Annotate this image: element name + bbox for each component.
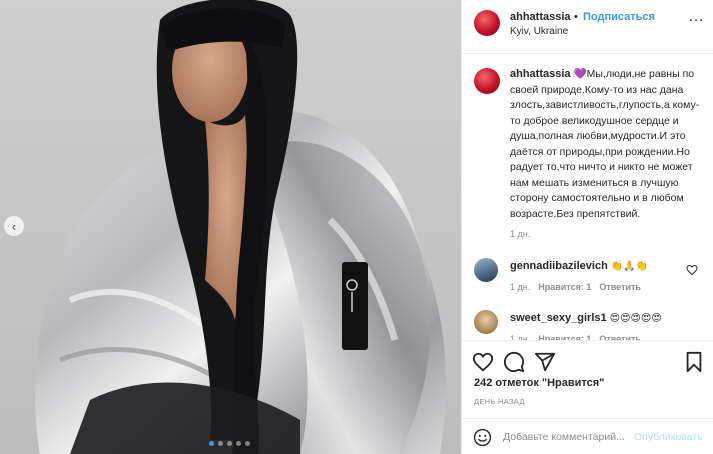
separator-dot: •	[574, 11, 578, 23]
chevron-left-icon: ‹	[11, 218, 17, 234]
commenter-username[interactable]: gennadiibazilevich	[510, 260, 608, 272]
commenter-avatar[interactable]	[474, 258, 498, 282]
comment-likes[interactable]: Нравится: 1	[538, 282, 591, 292]
publish-comment-button[interactable]: Опубликовать	[634, 431, 703, 443]
heart-icon[interactable]	[686, 264, 698, 276]
caption-time[interactable]: 1 дн.	[510, 229, 530, 239]
comment-body: 👏🙏👏	[610, 261, 649, 272]
carousel-dot	[245, 441, 250, 446]
comment-time[interactable]: 1 дн.	[510, 282, 530, 292]
carousel-dot	[227, 441, 232, 446]
add-comment-bar: Опубликовать	[462, 418, 713, 454]
share-paper-plane-icon[interactable]	[534, 351, 556, 373]
previous-photo-button[interactable]: ‹	[4, 216, 24, 236]
comment-bubble-icon[interactable]	[503, 351, 525, 373]
like-heart-icon[interactable]	[472, 351, 494, 373]
comment-text: gennadiibazilevich 👏🙏👏	[510, 260, 648, 272]
photo-illustration	[35, 0, 446, 454]
reply-button[interactable]: Ответить	[599, 282, 641, 292]
commenter-avatar[interactable]	[474, 310, 498, 334]
caption-username[interactable]: ahhattassia	[510, 68, 571, 80]
author-avatar[interactable]	[474, 10, 500, 36]
comment-meta: 1 дн. Нравится: 1 Ответить	[510, 282, 641, 292]
emoji-smile-icon[interactable]	[473, 428, 492, 447]
caption-text: 💜Мы,люди,не равны по своей природе.Кому-…	[510, 68, 700, 220]
comment-item: gennadiibazilevich 👏🙏👏 1 дн. Нравится: 1 …	[462, 258, 713, 302]
likes-label: отметок "Нравится"	[495, 377, 605, 389]
caption-author-avatar[interactable]	[474, 68, 500, 94]
author-username[interactable]: ahhattassia	[510, 11, 571, 23]
post-side-panel: ahhattassia • Подписаться Kyiv, Ukraine …	[461, 0, 713, 454]
commenter-username[interactable]: sweet_sexy_girls1	[510, 312, 607, 324]
comment-body: 😍😍😍😍😍	[609, 313, 662, 324]
carousel-dots	[209, 441, 250, 446]
bookmark-icon[interactable]	[683, 351, 705, 373]
post-caption: ahhattassia 💜Мы,люди,не равны по своей пр…	[510, 67, 708, 222]
likes-count[interactable]: 242 отметок "Нравится"	[474, 377, 604, 389]
more-options-icon[interactable]: …	[688, 8, 704, 26]
carousel-dot	[236, 441, 241, 446]
carousel-dot	[218, 441, 223, 446]
post-photo[interactable]: ‹	[0, 0, 461, 454]
post-header: ahhattassia • Подписаться Kyiv, Ukraine …	[462, 0, 713, 54]
comment-text: sweet_sexy_girls1 😍😍😍😍😍	[510, 312, 662, 324]
location-link[interactable]: Kyiv, Ukraine	[510, 26, 568, 37]
follow-button[interactable]: Подписаться	[583, 11, 655, 23]
post-age[interactable]: ДЕНЬ НАЗАД	[474, 397, 525, 406]
likes-number: 242	[474, 377, 493, 389]
carousel-dot	[209, 441, 214, 446]
add-comment-input[interactable]	[503, 428, 633, 446]
